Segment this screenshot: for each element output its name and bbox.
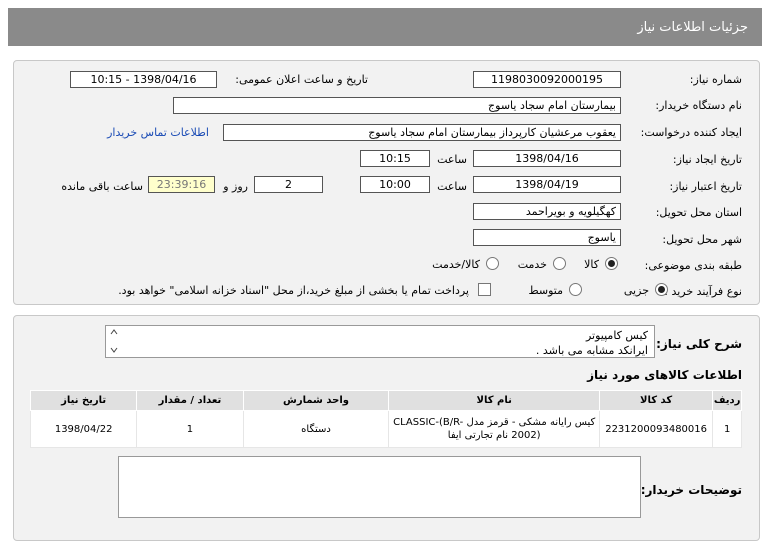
creator-label: ایجاد کننده درخواست: [640,126,742,139]
col-unit: واحد شمارش [242,390,390,411]
summary-label: شرح کلی نیاز: [656,337,742,351]
category-label: طبقه بندی موضوعی: [644,259,742,272]
province-label: استان محل تحویل: [655,206,742,219]
announce-datetime-label: تاریخ و ساعت اعلان عمومی: [235,73,368,86]
valid-date-field: 1398/04/19 [473,176,621,193]
city-label: شهر محل تحویل: [662,233,742,246]
need-number-label: شماره نیاز: [689,73,742,86]
summary-textarea[interactable]: کیس کامپیوتر ایرانکد مشابه می باشد . [105,325,655,358]
created-time-label: ساعت [437,153,467,166]
valid-date-label: تاریخ اعتبار نیاز: [669,180,742,193]
remaining-time-field: 23:39:16 [148,176,215,193]
process-option-medium: متوسط [528,284,563,297]
col-code: کد کالا [598,390,714,411]
category-option-service: خدمت [517,258,547,271]
remaining-days-field: 2 [254,176,323,193]
row-name: کیس رایانه مشکی - قرمز مدل CLASSIC-(B/R-… [388,410,600,448]
city-field: یاسوج [473,229,621,246]
summary-line-2: ایرانکد مشابه می باشد . [535,344,648,357]
province-field: کهگیلویه و بویراحمد [473,203,621,220]
created-date-label: تاریخ ایجاد نیاز: [672,153,742,166]
creator-field: یعقوب مرعشیان کارپرداز بیمارستان امام سج… [223,124,621,141]
col-date: تاریخ نیاز [29,390,138,411]
announce-datetime-field: 1398/04/16 - 10:15 [70,71,217,88]
goods-table: ردیف کد کالا نام کالا واحد شمارش تعداد /… [29,390,742,448]
goods-table-wrap: ردیف کد کالا نام کالا واحد شمارش تعداد /… [29,390,742,448]
col-qty: تعداد / مقدار [136,390,244,411]
remaining-time-label: ساعت باقی مانده [61,180,143,193]
row-unit: دستگاه [242,410,390,448]
textarea-scroll-arrows-icon[interactable] [110,328,118,354]
col-index: ردیف [712,390,742,411]
created-time-field: 10:15 [360,150,430,167]
table-row: 1 2231200093480016 کیس رایانه مشکی - قرم… [29,410,742,448]
buyer-org-label: نام دستگاه خریدار: [655,99,742,112]
category-option-goods-service: کالا/خدمت [432,258,480,271]
created-date-field: 1398/04/16 [473,150,621,167]
process-radio-minor[interactable] [655,283,668,296]
process-option-minor: جزیی [623,284,649,297]
process-type-label: نوع فرآیند خرید : [664,285,742,298]
valid-time-label: ساعت [437,180,467,193]
category-option-goods: کالا [584,258,599,271]
category-radio-goods-service[interactable] [486,257,499,270]
buyer-notes-label: توضیحات خریدار: [640,483,742,497]
treasury-payment-note: پرداخت تمام یا بخشی از مبلغ خرید،از محل … [118,284,469,297]
goods-table-header: ردیف کد کالا نام کالا واحد شمارش تعداد /… [29,390,742,411]
page-title-bar: جزئیات اطلاعات نیاز [8,8,762,46]
row-qty: 1 [136,410,244,448]
days-label: روز و [223,180,248,193]
process-radio-medium[interactable] [569,283,582,296]
row-code: 2231200093480016 [598,410,714,448]
summary-line-1: کیس کامپیوتر [585,329,648,342]
page-title: جزئیات اطلاعات نیاز [637,20,748,35]
col-name: نام کالا [388,390,600,411]
buyer-org-field: بیمارستان امام سجاد یاسوج [173,97,621,114]
goods-section-title: اطلاعات کالاهای مورد نیاز [587,368,742,382]
need-number-field: 1198030092000195 [473,71,621,88]
row-date: 1398/04/22 [29,410,138,448]
treasury-payment-checkbox[interactable] [478,283,491,296]
category-radio-goods[interactable] [605,257,618,270]
buyer-notes-box [118,456,641,518]
category-radio-service[interactable] [553,257,566,270]
row-index: 1 [712,410,742,448]
valid-time-field: 10:00 [360,176,430,193]
buyer-contact-link[interactable]: اطلاعات تماس خریدار [107,126,209,139]
